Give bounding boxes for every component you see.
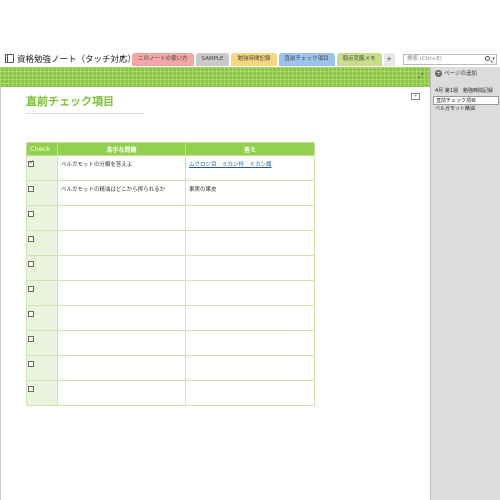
section-tabs: このノートの使い方 SAMPLE 勉強時間記録 直前チェック項目 弱点克服メモ + [132, 53, 395, 66]
page-list-item[interactable]: 4月 第1週 勉強時間記録 [431, 87, 500, 96]
table-row [26, 330, 315, 356]
answer-cell[interactable] [185, 280, 315, 306]
table-row [26, 305, 315, 331]
notebook-icon[interactable] [5, 54, 14, 63]
section-tab[interactable]: このノートの使い方 [132, 53, 194, 66]
title-underline [26, 113, 144, 114]
page-list-item[interactable]: ベルガモット精油 [431, 105, 500, 114]
table-row [26, 380, 315, 406]
answer-cell[interactable] [185, 355, 315, 381]
header-check: Check [26, 142, 58, 156]
table-row [26, 205, 315, 231]
answer-cell[interactable] [185, 330, 315, 356]
section-tab[interactable]: 勉強時間記録 [231, 53, 277, 66]
header-question: 苦手な問題 [57, 142, 186, 156]
answer-cell[interactable] [185, 230, 315, 256]
question-cell[interactable] [57, 355, 186, 381]
expand-icon[interactable]: ⤢ [418, 72, 424, 81]
check-cell [26, 355, 58, 381]
question-cell[interactable] [57, 230, 186, 256]
page-list-item[interactable]: 直前チェック項目 [433, 96, 499, 105]
check-cell [26, 180, 58, 206]
search-scope-chevron-icon[interactable]: ▾ [492, 55, 495, 64]
section-tab[interactable]: 弱点克服メモ [336, 53, 382, 66]
question-cell[interactable] [57, 380, 186, 406]
question-cell[interactable]: ベルガモットの分類を答えよ [57, 155, 186, 181]
add-section-plus-icon[interactable]: + [383, 53, 395, 66]
search-input[interactable]: 検索 (Ctrl+E) ▾ [403, 54, 497, 65]
notebook-title[interactable]: 資格勉強ノート（タッチ対応） [17, 53, 136, 65]
answer-cell[interactable] [185, 305, 315, 331]
question-cell[interactable] [57, 255, 186, 281]
linked-notes-icon[interactable]: + [411, 93, 420, 100]
table-row [26, 355, 315, 381]
checkbox[interactable] [28, 236, 34, 242]
check-table[interactable]: Check 苦手な問題 答え ベルガモットの分類を答えよムクロジ目 ミカン科 ミ… [26, 142, 315, 406]
checkbox[interactable] [28, 361, 34, 367]
answer-cell[interactable] [185, 380, 315, 406]
section-tab[interactable]: 直前チェック項目 [278, 53, 335, 66]
check-cell [26, 280, 58, 306]
question-cell[interactable]: ベルガモットの精油はどこから搾られるか [57, 180, 186, 206]
top-bar: 資格勉強ノート（タッチ対応） ▾ このノートの使い方 SAMPLE 勉強時間記録 直前… [0, 0, 500, 68]
checkbox[interactable] [28, 261, 34, 267]
checkbox[interactable] [28, 211, 34, 217]
question-cell[interactable] [57, 330, 186, 356]
answer-cell[interactable]: ムクロジ目 ミカン科 ミカン属 [185, 155, 315, 181]
table-row: ベルガモットの精油はどこから搾られるか 果実の果皮 [26, 180, 315, 206]
checkbox[interactable] [28, 286, 34, 292]
add-page-icon: + [435, 70, 442, 77]
add-page-button[interactable]: + ページの追加 [435, 70, 497, 79]
question-cell[interactable] [57, 305, 186, 331]
table-row [26, 230, 315, 256]
section-color-strip [0, 67, 430, 87]
table-row [26, 280, 315, 306]
check-cell [26, 380, 58, 406]
checkbox[interactable] [28, 159, 34, 167]
search-placeholder: 検索 (Ctrl+E) [407, 56, 442, 62]
answer-link[interactable]: ムクロジ目 ミカン科 ミカン属 [189, 162, 272, 168]
check-cell [26, 205, 58, 231]
answer-cell[interactable] [185, 205, 315, 231]
question-cell[interactable] [57, 205, 186, 231]
checkbox[interactable] [28, 336, 34, 342]
check-cell [26, 155, 58, 181]
answer-cell[interactable] [185, 255, 315, 281]
page-title[interactable]: 直前チェック項目 [26, 93, 114, 109]
chevron-down-icon[interactable]: ▾ [121, 54, 125, 62]
question-cell[interactable] [57, 280, 186, 306]
header-answer: 答え [185, 142, 315, 156]
check-cell [26, 255, 58, 281]
section-tab[interactable]: SAMPLE [195, 53, 230, 66]
checkbox[interactable] [28, 386, 34, 392]
check-cell [26, 230, 58, 256]
table-header-row: Check 苦手な問題 答え [26, 142, 315, 156]
table-row: ベルガモットの分類を答えよムクロジ目 ミカン科 ミカン属 [26, 155, 315, 181]
checkbox[interactable] [28, 311, 34, 317]
answer-cell[interactable]: 果実の果皮 [185, 180, 315, 206]
page-list-pane: + ページの追加 4月 第1週 勉強時間記録 直前チェック項目 ベルガモット精油 [430, 67, 500, 500]
check-cell [26, 305, 58, 331]
add-page-label: ページの追加 [444, 71, 477, 77]
check-cell [26, 330, 58, 356]
search-icon[interactable] [485, 56, 490, 61]
checkbox[interactable] [28, 186, 34, 192]
page-list: 4月 第1週 勉強時間記録 直前チェック項目 ベルガモット精油 [431, 87, 500, 114]
table-row [26, 255, 315, 281]
